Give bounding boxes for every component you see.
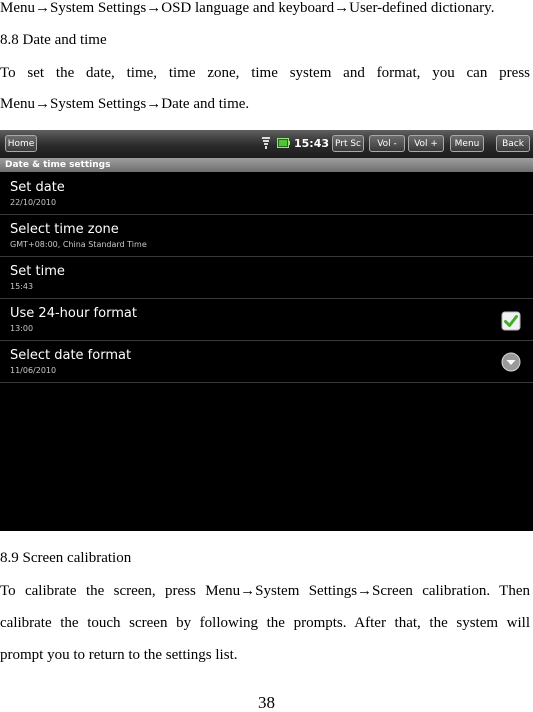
home-button[interactable]: Home: [5, 135, 37, 152]
section-heading-screen-calibration: 8.9 Screen calibration: [0, 550, 132, 566]
screen-title: Date & time settings: [0, 158, 533, 172]
volume-up-button[interactable]: Vol +: [408, 135, 444, 152]
setting-set-date[interactable]: Set date 22/10/2010: [0, 173, 533, 215]
setting-select-date-format[interactable]: Select date format 11/06/2010: [0, 341, 533, 383]
volume-down-button[interactable]: Vol -: [369, 135, 405, 152]
setting-title: Select time zone: [10, 222, 119, 237]
checkbox-checked-icon[interactable]: [501, 311, 521, 331]
setting-set-time[interactable]: Set time 15:43: [0, 257, 533, 299]
print-screen-button[interactable]: Prt Sc: [332, 135, 364, 152]
setting-value: 11/06/2010: [10, 366, 57, 375]
paragraph-line: To set the date, time, time zone, time s…: [0, 65, 530, 81]
status-bar: Home 15:43 Prt Sc Vol - Vol + Menu Back: [0, 130, 533, 158]
setting-use-24-hour-format[interactable]: Use 24-hour format 13:00: [0, 299, 533, 341]
setting-title: Set date: [10, 180, 65, 195]
setting-select-time-zone[interactable]: Select time zone GMT+08:00, China Standa…: [0, 215, 533, 257]
setting-value: 15:43: [10, 282, 34, 291]
date-time-settings-screenshot: Home 15:43 Prt Sc Vol - Vol + Menu Back …: [0, 130, 533, 531]
intro-line: Menu→System Settings→OSD language and ke…: [0, 0, 495, 16]
paragraph-line: Menu→System Settings→Date and time.: [0, 96, 250, 112]
page-number: 38: [258, 693, 275, 712]
paragraph-line: To calibrate the screen, press Menu→Syst…: [0, 583, 530, 599]
setting-title: Set time: [10, 264, 65, 279]
paragraph-line: calibrate the touch screen by following …: [0, 615, 530, 631]
paragraph-line: prompt you to return to the settings lis…: [0, 647, 238, 663]
back-button[interactable]: Back: [496, 135, 530, 152]
settings-list: Set date 22/10/2010 Select time zone GMT…: [0, 173, 533, 383]
clock: 15:43: [294, 137, 330, 150]
dropdown-arrow-icon[interactable]: [501, 352, 521, 372]
setting-value: GMT+08:00, China Standard Time: [10, 240, 147, 249]
setting-value: 13:00: [10, 324, 34, 333]
section-heading-date-time: 8.8 Date and time: [0, 32, 107, 48]
setting-title: Select date format: [10, 348, 132, 363]
setting-title: Use 24-hour format: [10, 306, 137, 321]
battery-icon: [277, 138, 290, 148]
wifi-icon: [262, 137, 270, 149]
menu-button[interactable]: Menu: [450, 135, 484, 152]
setting-value: 22/10/2010: [10, 198, 57, 207]
